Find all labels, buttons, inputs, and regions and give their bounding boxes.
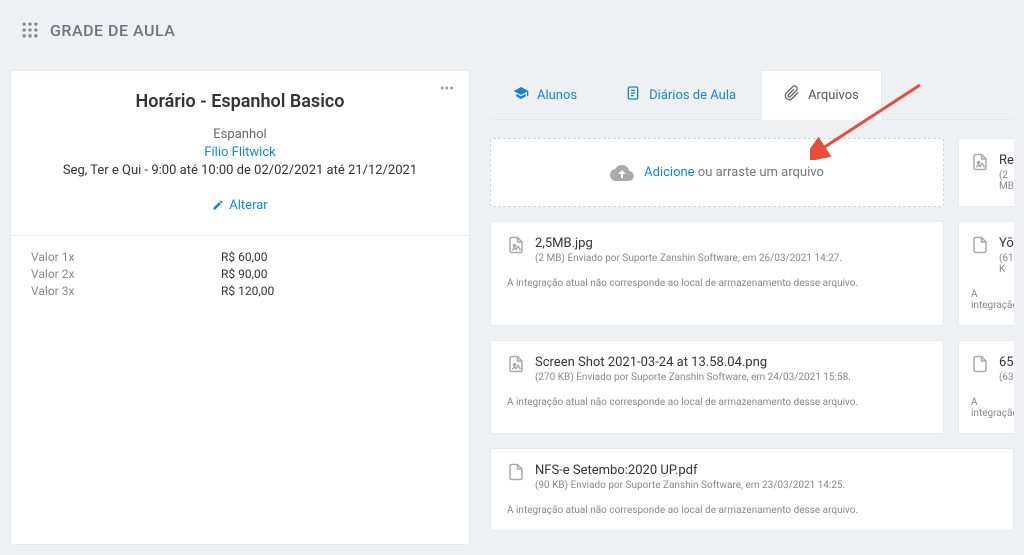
card-menu-button[interactable]: ••• [440,81,454,97]
schedule-card: ••• Horário - Espanhol Basico Espanhol F… [10,70,470,545]
right-section: Alunos Diários de Aula Arquivos [490,70,1014,545]
price-row: Valor 3x R$ 120,00 [31,284,449,298]
price-row: Valor 1x R$ 60,00 [31,250,449,264]
edit-label: Alterar [229,198,267,213]
price-label: Valor 1x [31,250,221,264]
grid-icon [20,20,40,40]
tab-alunos[interactable]: Alunos [490,70,600,119]
file-image-icon [507,355,525,373]
tab-arquivos-content: Adicione ou arraste um arquivo Reto (2 M… [490,120,1014,531]
card-title: Horário - Espanhol Basico [31,91,449,112]
file-meta: (270 KB) Enviado por Suporte Zanshin Sof… [535,372,851,383]
tab-label: Alunos [537,88,577,103]
file-name: NFS-e Setembo:2020 UP.pdf [535,463,845,478]
page-header: GRADE DE AULA [0,0,1024,50]
file-image-icon [971,153,989,171]
file-card[interactable]: NFS-e Setembo:2020 UP.pdf (90 KB) Enviad… [490,448,1014,531]
tab-diarios[interactable]: Diários de Aula [602,70,759,119]
file-warning: A integração [971,289,1008,311]
upload-link: Adicione [644,165,694,180]
file-name: Reto [999,153,1014,168]
file-name: Yōsh [999,236,1014,251]
file-meta: (90 KB) Enviado por Suporte Zanshin Soft… [535,480,845,491]
file-pdf-icon [971,236,989,254]
file-pdf-icon [507,463,525,481]
file-meta: (63 M [999,372,1014,383]
price-label: Valor 3x [31,284,221,298]
file-icon [971,355,989,373]
page-title: GRADE DE AULA [50,21,175,40]
price-list: Valor 1x R$ 60,00 Valor 2x R$ 90,00 Valo… [11,235,469,315]
upload-text: Adicione ou arraste um arquivo [644,165,824,180]
file-name: 2,5MB.jpg [535,236,842,251]
card-subject: Espanhol [31,127,449,142]
clipboard-icon [625,85,641,105]
price-row: Valor 2x R$ 90,00 [31,267,449,281]
file-card[interactable]: Screen Shot 2021-03-24 at 13.58.04.png (… [490,340,944,434]
card-teacher-link[interactable]: Fílio Flitwick [31,145,449,160]
attachment-icon [784,85,800,105]
graduation-cap-icon [513,85,529,105]
file-warning: A integração [971,397,1008,419]
price-label: Valor 2x [31,267,221,281]
price-value: R$ 90,00 [221,267,267,281]
file-meta: (2 MB) Enviado por Suporte Zanshin Softw… [535,253,842,264]
card-schedule: Seg, Ter e Qui - 9:00 até 10:00 de 02/02… [31,163,449,178]
file-meta: (2 MB [999,170,1014,192]
price-value: R$ 60,00 [221,250,267,264]
tab-label: Diários de Aula [649,88,736,103]
cloud-upload-icon [610,161,634,185]
main-content: ••• Horário - Espanhol Basico Espanhol F… [0,50,1024,555]
file-card-partial[interactable]: Yōsh (611 K A integração [958,221,1014,326]
file-card[interactable]: 2,5MB.jpg (2 MB) Enviado por Suporte Zan… [490,221,944,326]
price-value: R$ 120,00 [221,284,274,298]
file-warning: A integração atual não corresponde ao lo… [507,397,927,408]
edit-button[interactable]: Alterar [212,198,267,213]
tabs: Alunos Diários de Aula Arquivos [490,70,1014,120]
file-card-partial[interactable]: 65M (63 M A integração [958,340,1014,434]
file-warning: A integração atual não corresponde ao lo… [507,505,997,516]
pencil-icon [212,199,224,211]
upload-dropzone[interactable]: Adicione ou arraste um arquivo [490,138,944,207]
file-warning: A integração atual não corresponde ao lo… [507,278,927,289]
file-name: 65M [999,355,1014,370]
file-image-icon [507,236,525,254]
file-meta: (611 K [999,253,1014,275]
tab-arquivos[interactable]: Arquivos [761,70,882,120]
file-name: Screen Shot 2021-03-24 at 13.58.04.png [535,355,851,370]
tab-label: Arquivos [808,88,859,103]
file-card-partial[interactable]: Reto (2 MB [958,138,1014,207]
